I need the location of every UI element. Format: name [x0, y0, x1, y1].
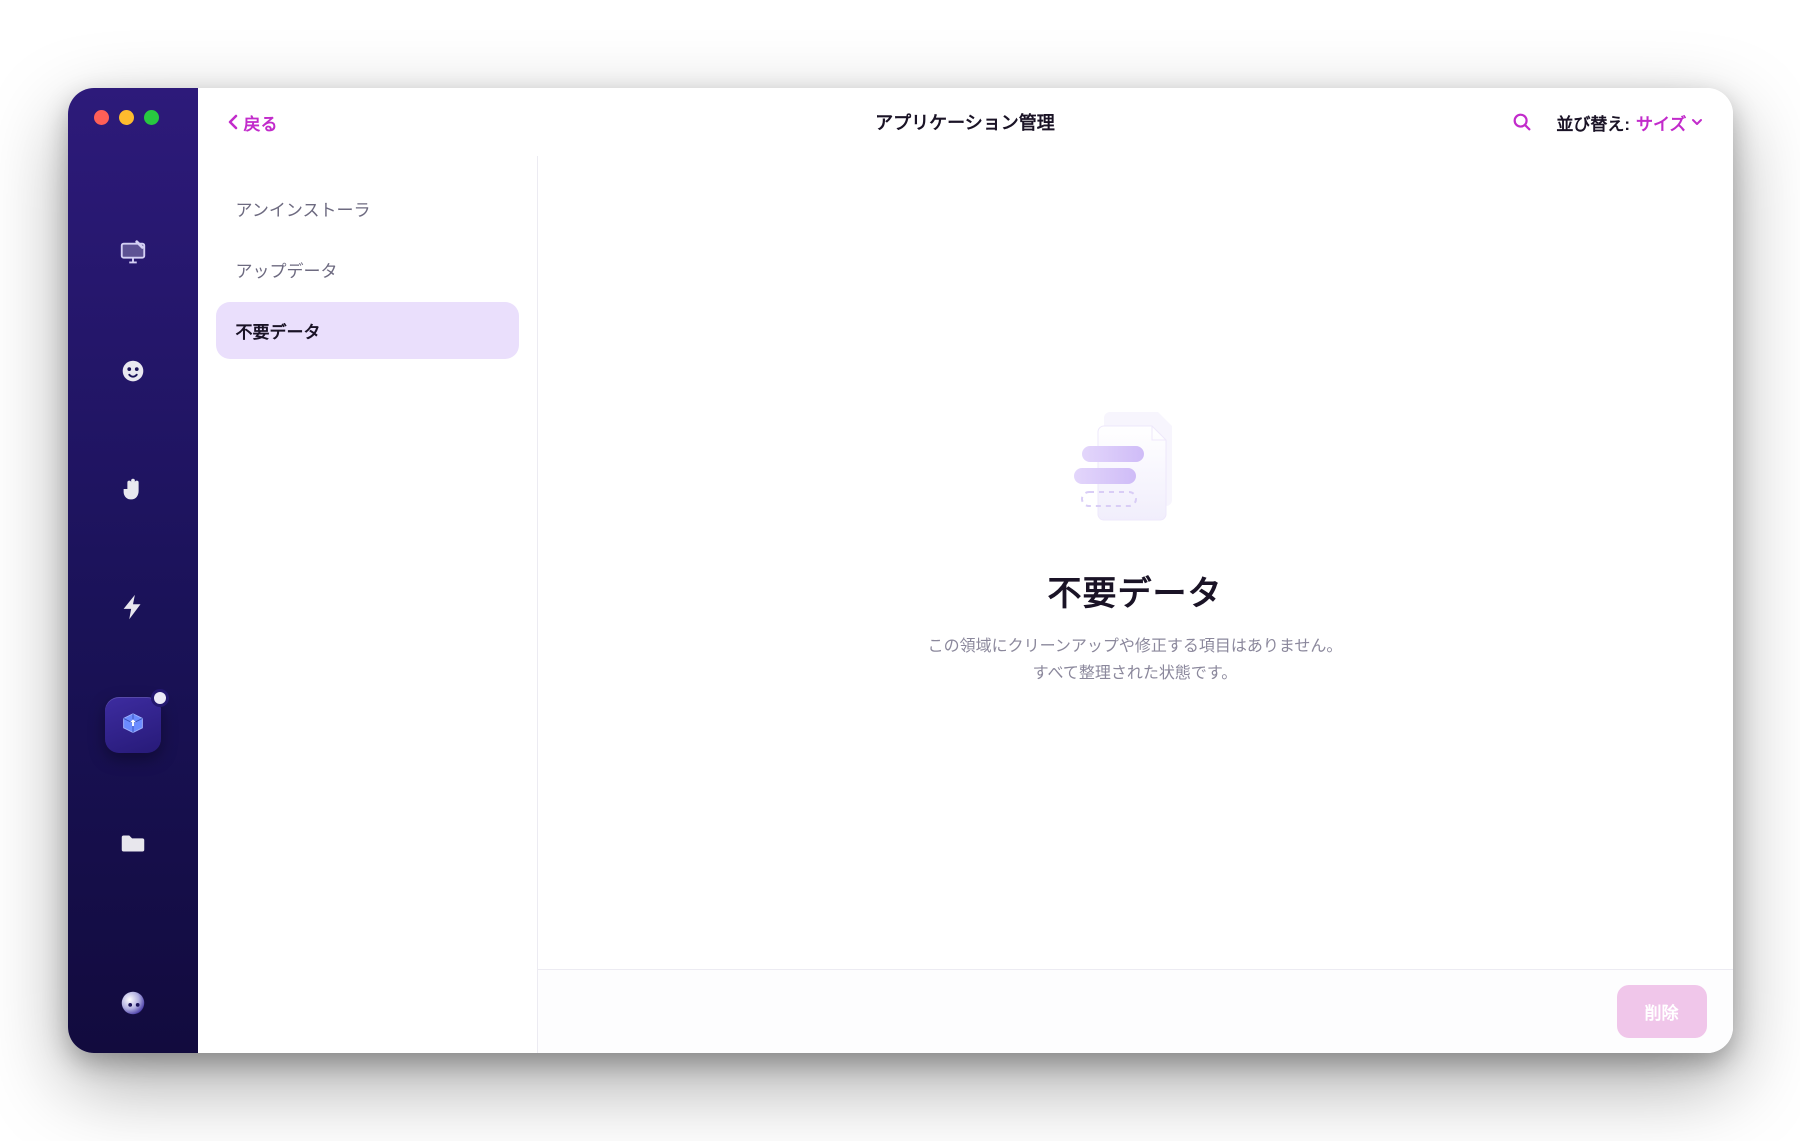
window-minimize-button[interactable]	[119, 110, 134, 125]
content-area: 不要データ この領域にクリーンアップや修正する項目はありません。 すべて整理され…	[538, 156, 1733, 1053]
search-icon	[1511, 111, 1533, 133]
delete-button-label: 削除	[1645, 1004, 1679, 1023]
header-actions: 並び替え: サイズ	[1510, 110, 1702, 135]
window-traffic-lights	[94, 110, 159, 125]
nav-rail-item-cleanup[interactable]	[105, 225, 161, 281]
page-title: アプリケーション管理	[198, 109, 1733, 135]
imac-brush-icon	[118, 238, 148, 268]
nav-rail	[68, 88, 198, 1053]
header-bar: 戻る アプリケーション管理 並び替え: サイズ	[198, 88, 1733, 156]
empty-state-description: この領域にクリーンアップや修正する項目はありません。 すべて整理された状態です。	[928, 633, 1343, 687]
app-window: 戻る アプリケーション管理 並び替え: サイズ	[68, 88, 1733, 1053]
nav-rail-item-applications[interactable]	[105, 697, 161, 753]
delete-button[interactable]: 削除	[1617, 985, 1707, 1038]
back-button[interactable]: 戻る	[228, 110, 278, 135]
subnav-item-leftovers[interactable]: 不要データ	[216, 302, 519, 359]
nav-rail-item-speed[interactable]	[105, 579, 161, 635]
search-button[interactable]	[1510, 110, 1534, 134]
sort-dropdown[interactable]: サイズ	[1636, 110, 1703, 135]
folder-icon	[118, 828, 148, 858]
window-close-button[interactable]	[94, 110, 109, 125]
lightning-icon	[118, 592, 148, 622]
hand-stop-icon	[118, 474, 148, 504]
nav-rail-item-assistant[interactable]	[105, 975, 161, 1031]
subnav-item-uninstaller[interactable]: アンインストーラ	[216, 180, 519, 237]
nav-rail-items	[105, 225, 161, 975]
sort-control: 並び替え: サイズ	[1556, 110, 1702, 135]
main-panel: 戻る アプリケーション管理 並び替え: サイズ	[198, 88, 1733, 1053]
nav-rail-item-privacy[interactable]	[105, 461, 161, 517]
empty-state-illustration	[1060, 402, 1210, 542]
sort-value-text: サイズ	[1636, 110, 1687, 135]
empty-state-line2: すべて整理された状態です。	[1033, 665, 1238, 682]
nav-rail-item-files[interactable]	[105, 815, 161, 871]
category-subnav: アンインストーラ アップデータ 不要データ	[198, 156, 538, 1053]
chevron-left-icon	[228, 114, 238, 130]
sort-label: 並び替え:	[1556, 110, 1630, 135]
subnav-item-updater[interactable]: アップデータ	[216, 241, 519, 298]
body: アンインストーラ アップデータ 不要データ	[198, 156, 1733, 1053]
subnav-item-label: アンインストーラ	[236, 201, 371, 220]
chevron-down-icon	[1691, 116, 1703, 128]
face-shield-icon	[118, 356, 148, 386]
window-fullscreen-button[interactable]	[144, 110, 159, 125]
back-button-label: 戻る	[244, 110, 278, 135]
empty-state-title: 不要データ	[1048, 566, 1223, 615]
empty-state-line1: この領域にクリーンアップや修正する項目はありません。	[928, 638, 1343, 655]
app-box-icon	[118, 710, 148, 740]
orb-icon	[118, 988, 148, 1018]
nav-rail-item-protection[interactable]	[105, 343, 161, 399]
subnav-item-label: アップデータ	[236, 262, 338, 281]
footer-bar: 削除	[538, 969, 1733, 1053]
subnav-item-label: 不要データ	[236, 323, 321, 342]
